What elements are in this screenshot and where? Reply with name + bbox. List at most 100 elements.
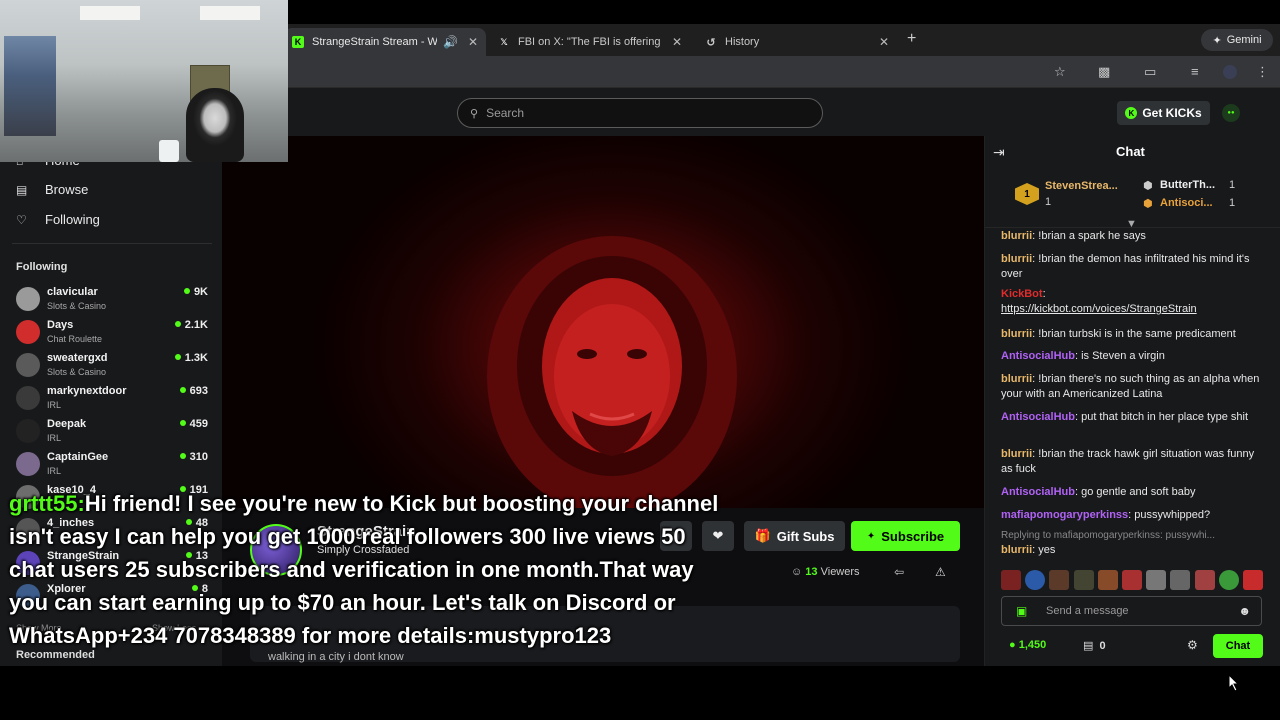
emote-icon[interactable] [1025,570,1046,590]
share-icon[interactable]: ⇦ [894,565,904,579]
viewer-number: 2.1K [184,319,208,331]
extensions-icon[interactable]: ▩ [1098,64,1110,80]
live-dot-icon [174,321,181,327]
emote-icon[interactable] [1146,570,1167,590]
subscribe-button[interactable]: ✦ Subscribe [851,521,960,551]
following-channel[interactable]: Deepak IRL 459 [16,417,208,447]
viewer-number: 310 [189,451,208,463]
chat-username[interactable]: blurrii [1001,544,1032,556]
viewer-count: 459 [179,418,208,430]
live-dot-icon [179,387,186,393]
gift-icon[interactable]: ▣ [1016,604,1030,618]
video-player[interactable] [222,136,984,508]
search-input[interactable]: ⚲ Search [457,98,823,128]
chat-text: !brian a spark he says [1038,230,1146,242]
following-channel[interactable]: Days Chat Roulette 2.1K [16,318,208,348]
profile-icon[interactable] [1223,65,1237,79]
nav-label: Browse [45,182,89,197]
warning-icon[interactable]: ⚠ [935,565,946,579]
sidebar-item-following[interactable]: ♡ Following [16,212,100,227]
new-tab-button[interactable]: + [907,30,916,48]
gear-icon[interactable]: ⚙ [1187,638,1198,652]
gifter-name[interactable]: Antisoci... [1160,197,1213,209]
subscribe-label: Subscribe [881,528,945,544]
following-header: Following [16,261,68,273]
emote-icon[interactable] [1073,570,1094,590]
following-channel[interactable]: sweatergxd Slots & Casino 1.3K [16,351,208,381]
divider [12,243,212,244]
gifter-name[interactable]: ButterTh... [1160,179,1215,191]
emote-icon[interactable] [1218,570,1239,590]
chat-text: yes [1038,544,1056,556]
following-channel[interactable]: clavicular Slots & Casino 9K [16,285,208,315]
live-dot-icon [174,354,181,360]
mouse-cursor-icon [1229,675,1240,691]
chat-username[interactable]: blurrii [1001,373,1032,385]
tab-history[interactable]: ↺ History ✕ [697,28,897,56]
speaker-icon[interactable]: 🔊 [443,35,458,49]
chat-username[interactable]: mafiapomogaryperkinss [1001,509,1128,521]
chat-username[interactable]: blurrii [1001,253,1032,265]
close-icon[interactable]: ✕ [879,35,889,49]
gift-subs-button[interactable]: 🎁 Gift Subs [744,521,845,551]
tab-strangestrain[interactable]: K StrangeStrain Stream - W 🔊 ✕ [284,28,486,56]
emote-icon[interactable] [1170,570,1191,590]
chat-text[interactable]: https://kickbot.com/voices/StrangeStrain [1001,302,1263,317]
chat-send-button[interactable]: Chat [1213,634,1263,658]
chat-message: AntisocialHub: is Steven a virgin [1001,349,1263,364]
user-avatar[interactable]: ●● [1222,104,1240,122]
channel-category: IRL [47,466,62,476]
viewer-number: 459 [189,418,208,430]
chat-username[interactable]: blurrii [1001,230,1032,242]
chat-username[interactable]: AntisocialHub [1001,350,1075,362]
emote-icon[interactable] [1242,570,1263,590]
viewers-label: Viewers [820,566,860,578]
gemini-button[interactable]: ✦ Gemini [1201,29,1273,51]
chat-username[interactable]: blurrii [1001,328,1032,340]
following-channel[interactable]: markynextdoor IRL 693 [16,384,208,414]
emoji-icon[interactable]: ☻ [1238,604,1251,618]
chat-username[interactable]: AntisocialHub [1001,411,1075,423]
reply-reference[interactable]: Replying to mafiapomogaryperkinss: pussy… [1001,528,1263,543]
chat-input[interactable]: ▣ Send a message ☻ [1001,596,1262,626]
get-kicks-label: Get KICKs [1142,106,1202,120]
chat-message: blurrii: !brian turbski is in the same p… [1001,327,1263,342]
close-icon[interactable]: ✕ [672,35,682,49]
close-icon[interactable]: ✕ [468,35,478,49]
channel-category: IRL [47,433,62,443]
tab-fbi[interactable]: 𝕏 FBI on X: "The FBI is offering ✕ [490,28,690,56]
media-icon[interactable]: ≡ [1191,64,1199,79]
viewer-count: 2.1K [174,319,208,331]
emote-icon[interactable] [1194,570,1215,590]
emote-icon[interactable] [1097,570,1118,590]
inventory[interactable]: ▤ 0 [1083,639,1106,652]
chat-message: blurrii: !brian the demon has infiltrate… [1001,252,1263,282]
stream-title: walking in a city i dont know [268,651,404,663]
menu-icon[interactable]: ⋮ [1256,64,1269,80]
overlay-chat-message: grttt55:Hi friend! I see you're new to K… [9,487,729,652]
sidebar-item-browse[interactable]: ▤ Browse [16,182,88,197]
chat-username[interactable]: AntisocialHub [1001,486,1075,498]
history-icon: ↺ [706,36,716,49]
channel-category: Chat Roulette [47,334,103,344]
channel-name: CaptainGee [47,451,109,463]
cup [159,140,179,162]
webcam-person [186,88,244,162]
channel-category: IRL [47,400,62,410]
tab-title: StrangeStrain Stream - W [312,36,437,48]
emote-icon[interactable] [1049,570,1070,590]
channel-points[interactable]: ● 1,450 [1009,639,1046,651]
x-icon: 𝕏 [500,36,508,47]
emote-icon[interactable] [1001,570,1021,590]
channel-avatar [16,287,40,311]
viewers-icon: ☺ [791,566,806,578]
collapse-chat-icon[interactable]: ⇥ [993,144,1005,161]
cast-icon[interactable]: ▭ [1144,64,1156,80]
chat-username[interactable]: KickBot [1001,288,1043,300]
emote-icon[interactable] [1121,570,1142,590]
star-icon[interactable]: ☆ [1054,64,1066,80]
following-channel[interactable]: CaptainGee IRL 310 [16,450,208,480]
gifter-name[interactable]: StevenStrea... [1045,180,1118,192]
get-kicks-button[interactable]: K Get KICKs [1117,101,1210,125]
chat-username[interactable]: blurrii [1001,448,1032,460]
